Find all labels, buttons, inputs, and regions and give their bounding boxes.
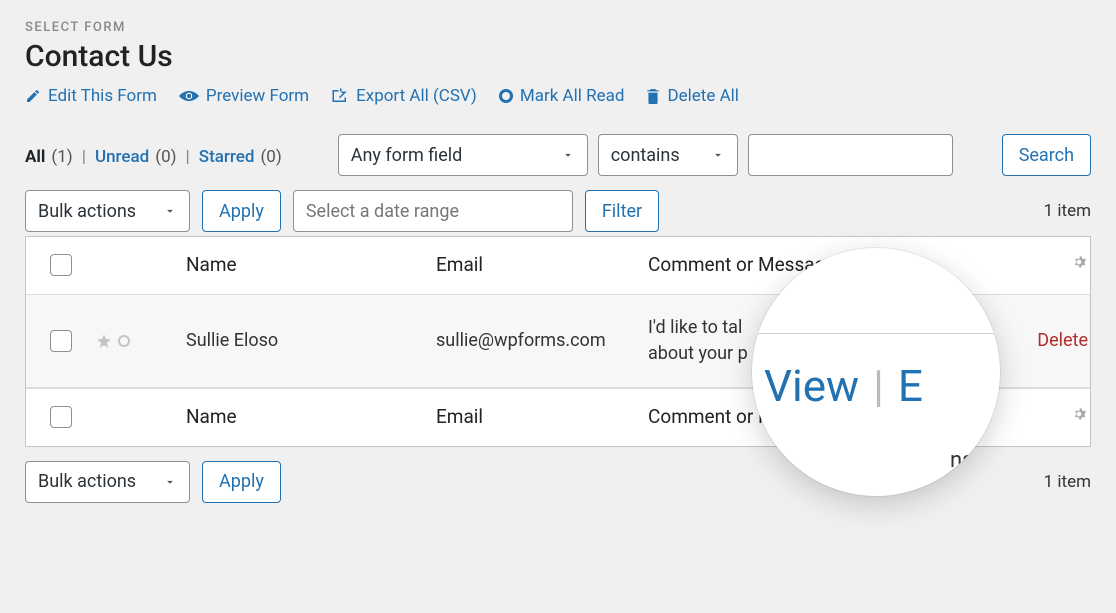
eye-icon — [179, 89, 199, 103]
edit-form-label: Edit This Form — [48, 86, 157, 106]
col-comment-foot[interactable]: Comment or Message — [638, 389, 998, 446]
col-name-foot[interactable]: Name — [176, 389, 426, 446]
action-links: Edit This Form Preview Form Export All (… — [25, 86, 1091, 106]
export-csv-link[interactable]: Export All (CSV) — [331, 86, 477, 106]
table-header: Name Email Comment or Message — [26, 237, 1090, 295]
gear-icon[interactable] — [1070, 405, 1088, 423]
cell-name: Sullie Eloso — [176, 308, 426, 374]
bottom-controls: Bulk actions Apply 1 item — [25, 461, 1091, 503]
tab-sep-1: | — [82, 147, 86, 167]
date-range-input[interactable]: Select a date range — [293, 190, 573, 232]
select-all-checkbox-top[interactable] — [50, 254, 72, 276]
tab-all[interactable]: All — [25, 147, 45, 167]
row-actions: Delete — [998, 308, 1098, 374]
chevron-down-icon — [711, 148, 725, 162]
search-input[interactable] — [748, 134, 953, 176]
col-comment[interactable]: Comment or Message — [638, 237, 998, 294]
gear-icon[interactable] — [1070, 253, 1088, 271]
bulk-actions-value: Bulk actions — [38, 471, 136, 492]
items-count-bottom: 1 item — [1044, 472, 1091, 492]
row-checkbox[interactable] — [50, 330, 72, 352]
mark-read-label: Mark All Read — [520, 86, 625, 106]
comparison-select-value: contains — [611, 145, 680, 166]
comparison-select[interactable]: contains — [598, 134, 738, 176]
col-email[interactable]: Email — [426, 237, 638, 294]
export-csv-label: Export All (CSV) — [356, 86, 477, 106]
preview-form-link[interactable]: Preview Form — [179, 86, 309, 106]
preview-form-label: Preview Form — [206, 86, 309, 106]
bulk-actions-select-bottom[interactable]: Bulk actions — [25, 461, 190, 503]
row-delete-link[interactable]: Delete — [1037, 328, 1088, 354]
field-select-value: Any form field — [351, 145, 463, 166]
circle-icon — [499, 89, 513, 103]
page-title[interactable]: Contact Us — [25, 39, 1091, 74]
mark-read-link[interactable]: Mark All Read — [499, 86, 625, 106]
cell-email: sullie@wpforms.com — [426, 308, 638, 374]
cell-comment: I'd like to tal about your p — [638, 295, 998, 387]
tab-unread-count: (0) — [155, 147, 176, 167]
table-row[interactable]: Sullie Eloso sullie@wpforms.com I'd like… — [26, 295, 1090, 388]
chevron-down-icon — [163, 204, 177, 218]
select-all-checkbox-bottom[interactable] — [50, 406, 72, 428]
star-icon[interactable] — [96, 333, 112, 349]
col-email-foot[interactable]: Email — [426, 389, 638, 446]
delete-all-link[interactable]: Delete All — [646, 86, 738, 106]
entries-table: Name Email Comment or Message Sullie Elo… — [25, 236, 1091, 447]
tab-starred[interactable]: Starred — [199, 147, 255, 167]
col-name[interactable]: Name — [176, 237, 426, 294]
filter-row-1: All (1) | Unread (0) | Starred (0) Any f… — [25, 134, 1091, 176]
chevron-down-icon — [561, 148, 575, 162]
field-select[interactable]: Any form field — [338, 134, 588, 176]
read-indicator-icon[interactable] — [118, 335, 130, 347]
trash-icon — [646, 88, 660, 104]
tab-all-count: (1) — [51, 147, 72, 167]
pencil-icon — [25, 88, 41, 104]
apply-button-top[interactable]: Apply — [202, 190, 281, 232]
export-icon — [331, 88, 349, 104]
delete-all-label: Delete All — [667, 86, 738, 106]
table-footer: Name Email Comment or Message — [26, 388, 1090, 446]
filter-button[interactable]: Filter — [585, 190, 659, 232]
chevron-down-icon — [163, 475, 177, 489]
apply-button-bottom[interactable]: Apply — [202, 461, 281, 503]
filter-row-2: Bulk actions Apply Select a date range F… — [25, 190, 1091, 232]
items-count-top: 1 item — [1044, 201, 1091, 221]
tab-sep-2: | — [186, 147, 190, 167]
row-indicators — [96, 333, 166, 349]
tab-starred-count: (0) — [260, 147, 281, 167]
tab-unread[interactable]: Unread — [95, 147, 149, 167]
status-tabs: All (1) | Unread (0) | Starred (0) — [25, 143, 282, 167]
edit-form-link[interactable]: Edit This Form — [25, 86, 157, 106]
bulk-actions-value: Bulk actions — [38, 201, 136, 222]
bulk-actions-select-top[interactable]: Bulk actions — [25, 190, 190, 232]
select-form-label: SELECT FORM — [25, 20, 1091, 35]
search-button[interactable]: Search — [1002, 134, 1091, 176]
